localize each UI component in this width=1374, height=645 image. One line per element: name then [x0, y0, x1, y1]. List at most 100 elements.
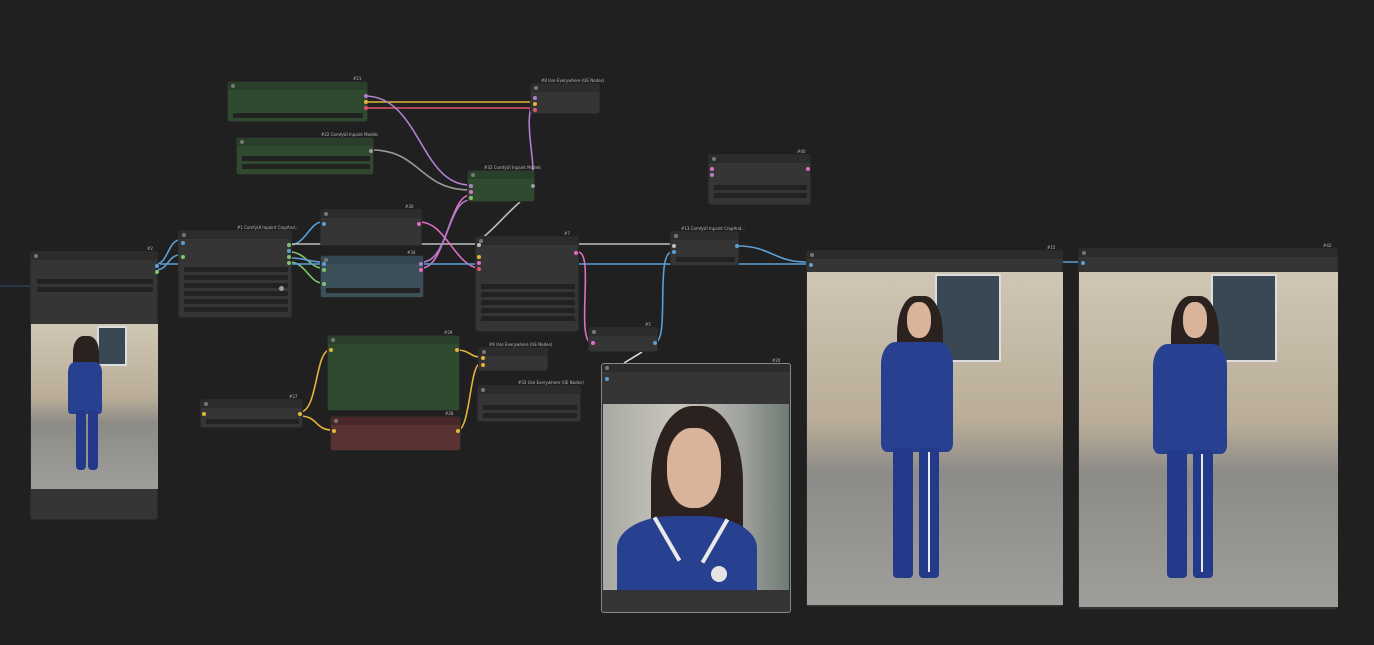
node-27[interactable]: #27 [200, 394, 303, 428]
collapse-dot[interactable] [182, 233, 186, 237]
output-slot[interactable] [298, 412, 302, 416]
output-slot[interactable] [574, 251, 578, 255]
collapse-dot[interactable] [592, 330, 596, 334]
output-slot[interactable] [419, 268, 423, 272]
input-slot[interactable] [332, 429, 336, 433]
input-slot[interactable] [469, 190, 473, 194]
node-40[interactable]: #40 [708, 149, 811, 205]
input-slot[interactable] [710, 173, 714, 177]
node-42-save-image[interactable]: #42 [1078, 243, 1338, 610]
collapse-dot[interactable] [712, 157, 716, 161]
input-slot[interactable] [710, 167, 714, 171]
node-header[interactable] [468, 171, 534, 179]
widget[interactable] [481, 316, 575, 321]
output-slot[interactable] [419, 262, 423, 266]
output-slot[interactable] [287, 255, 291, 259]
widget[interactable] [483, 413, 577, 418]
output-slot-mask[interactable] [155, 270, 159, 274]
input-slot[interactable] [533, 102, 537, 106]
node-header[interactable] [321, 256, 423, 264]
collapse-dot[interactable] [605, 366, 609, 370]
widget[interactable] [184, 275, 288, 280]
node-header[interactable] [531, 84, 599, 92]
node-header[interactable] [589, 328, 657, 336]
node-15-save-image[interactable]: #15 [806, 245, 1063, 607]
output-slot[interactable] [417, 222, 421, 226]
widget[interactable] [481, 300, 575, 305]
input-slot[interactable] [477, 261, 481, 265]
node-header[interactable] [602, 364, 790, 372]
collapse-dot[interactable] [481, 388, 485, 392]
input-slot[interactable] [533, 96, 537, 100]
node-5-vae-decode[interactable]: #5 [588, 322, 658, 352]
input-slot[interactable] [322, 222, 326, 226]
node-34[interactable]: #34 [320, 250, 424, 298]
input-slot[interactable] [672, 244, 676, 248]
collapse-dot[interactable] [334, 419, 338, 423]
node-header[interactable] [228, 82, 367, 90]
node-30[interactable]: #30 [320, 204, 422, 246]
input-slot[interactable] [477, 243, 481, 247]
input-slot[interactable] [605, 377, 609, 381]
node-header[interactable] [201, 400, 302, 408]
input-slot[interactable] [809, 263, 813, 267]
node-29-prompt[interactable]: #29 [327, 330, 460, 411]
collapse-dot[interactable] [204, 402, 208, 406]
collapse-dot[interactable] [34, 254, 38, 258]
widget[interactable] [242, 156, 370, 161]
widget[interactable] [184, 267, 288, 272]
node-load-image[interactable]: #2 [30, 246, 159, 520]
widget[interactable] [242, 164, 370, 169]
output-slot[interactable] [287, 261, 291, 265]
input-slot[interactable] [329, 348, 333, 352]
node-header[interactable] [478, 386, 580, 394]
output-slot[interactable] [531, 184, 535, 188]
node-32-inpaint-models[interactable]: #32 ComfyUI Inpaint Models [467, 165, 541, 202]
toggle-knob[interactable] [279, 286, 284, 291]
output-slot[interactable] [735, 244, 739, 248]
widget[interactable] [233, 113, 363, 118]
collapse-dot[interactable] [240, 140, 244, 144]
node-header[interactable] [237, 138, 373, 146]
collapse-dot[interactable] [534, 86, 538, 90]
widget[interactable] [714, 185, 807, 190]
input-slot[interactable] [477, 267, 481, 271]
output-slot[interactable] [369, 149, 373, 153]
input-slot[interactable] [469, 196, 473, 200]
output-slot-image[interactable] [155, 264, 159, 268]
node-header[interactable] [476, 237, 578, 245]
input-slot[interactable] [322, 282, 326, 286]
node-header[interactable] [807, 251, 1062, 259]
node-7-sampler[interactable]: #7 [475, 231, 579, 332]
input-slot[interactable] [322, 268, 326, 272]
output-slot[interactable] [455, 348, 459, 352]
output-slot[interactable] [364, 94, 368, 98]
widget[interactable] [206, 419, 299, 424]
collapse-dot[interactable] [331, 338, 335, 342]
input-slot[interactable] [481, 356, 485, 360]
input-slot[interactable] [591, 341, 595, 345]
upload-widget[interactable] [37, 287, 153, 292]
node-28-negative[interactable]: #28 [330, 411, 461, 451]
node-header[interactable] [31, 252, 157, 260]
node-6-use-everywhere[interactable]: #6 Use Everywhere (UE Nodes) [478, 342, 552, 371]
widget[interactable] [481, 308, 575, 313]
image-select-widget[interactable] [37, 279, 153, 284]
collapse-dot[interactable] [482, 350, 486, 354]
node-header[interactable] [479, 348, 547, 356]
node-header[interactable] [709, 155, 810, 163]
output-slot[interactable] [287, 243, 291, 247]
output-slot[interactable] [287, 249, 291, 253]
widget[interactable] [483, 405, 577, 410]
output-slot[interactable] [806, 167, 810, 171]
widget[interactable] [184, 299, 288, 304]
collapse-dot[interactable] [1082, 251, 1086, 255]
input-slot[interactable] [322, 262, 326, 266]
node-header[interactable] [321, 210, 421, 218]
node-8-use-everywhere[interactable]: #8 Use Everywhere (UE Nodes) [530, 78, 604, 114]
input-slot[interactable] [672, 250, 676, 254]
node-22-inpaint-models[interactable]: #22 ComfyUI Inpaint Models [236, 132, 378, 175]
input-slot[interactable] [202, 412, 206, 416]
output-slot[interactable] [364, 100, 368, 104]
node-13-inpaint-stitch[interactable]: #13 ComfyUI Inpaint CropAnd... [670, 226, 745, 266]
